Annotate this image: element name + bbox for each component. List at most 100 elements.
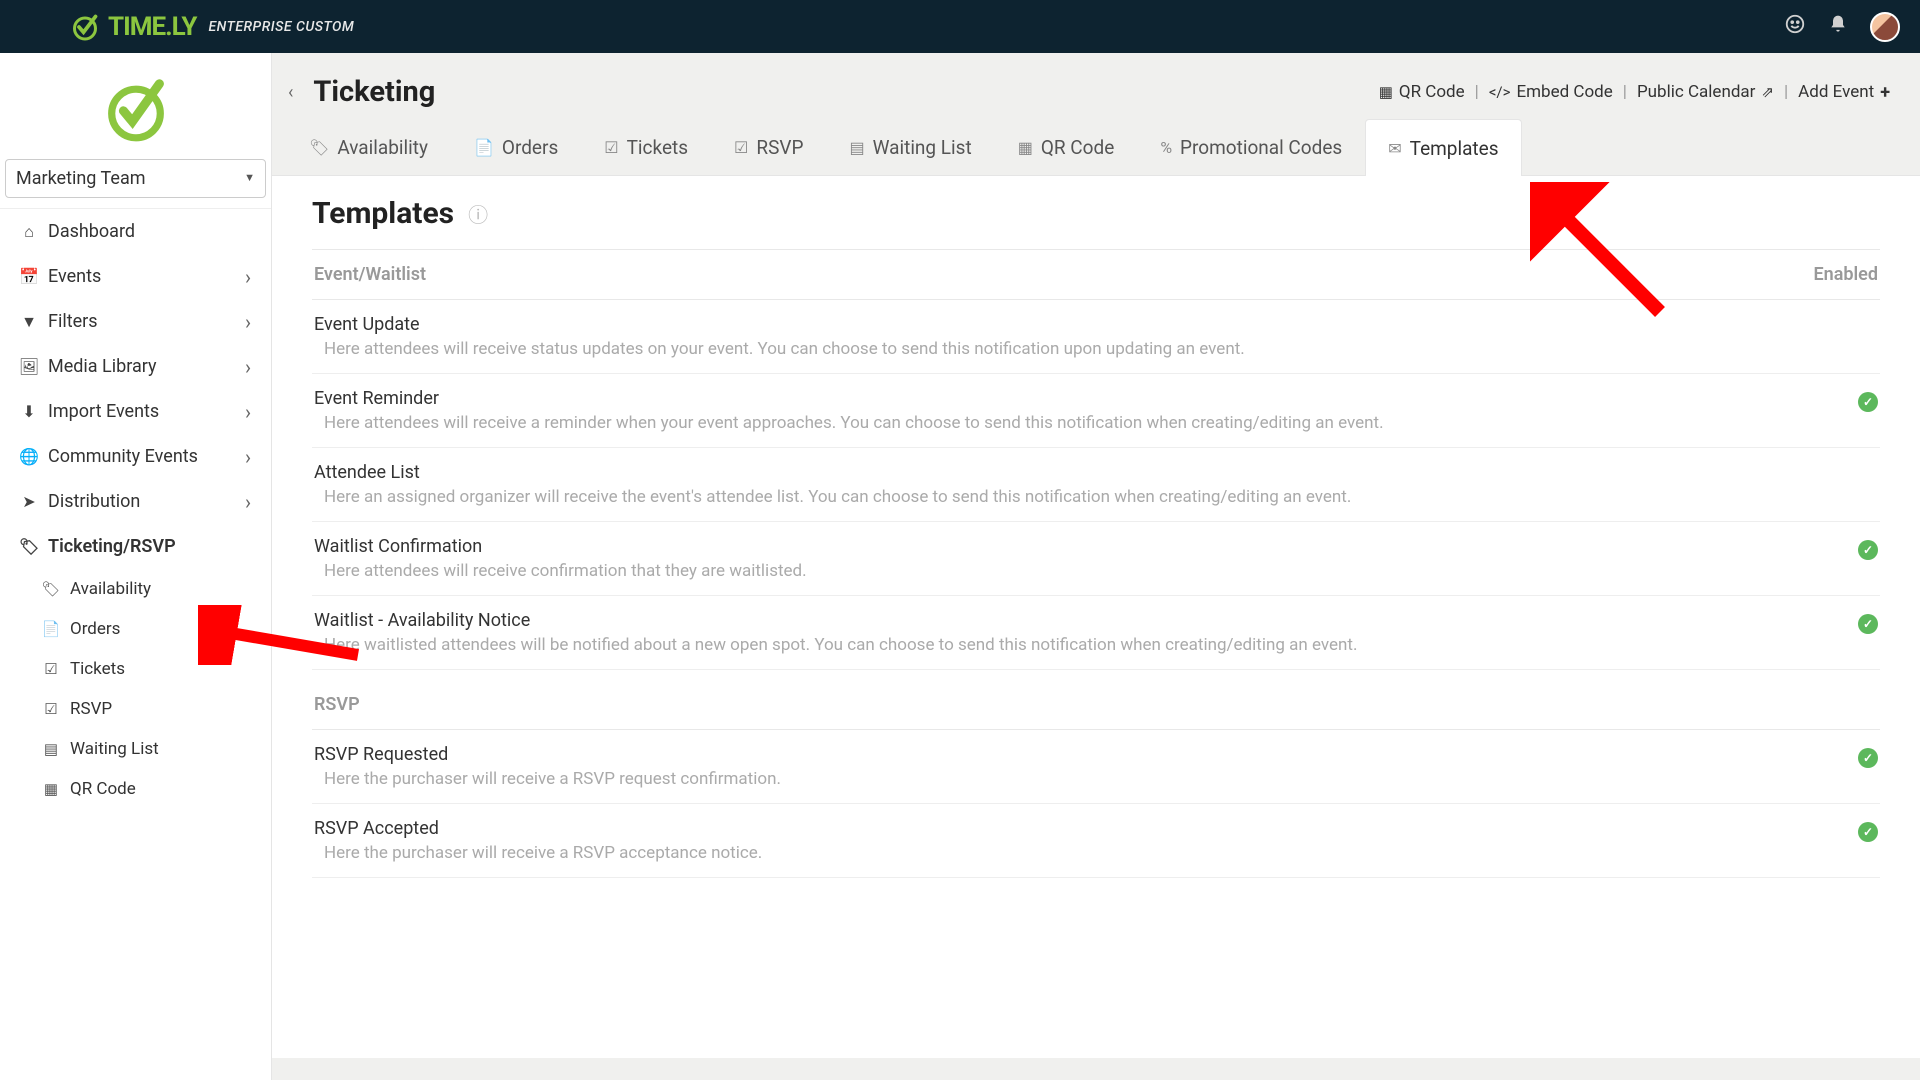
- tab-label: Availability: [337, 136, 428, 159]
- check-icon: ☑: [40, 700, 62, 718]
- globe-icon: 🌐: [18, 447, 40, 466]
- tab-templates[interactable]: ✉Templates: [1365, 119, 1521, 176]
- brand-name: TIME.LY: [108, 12, 196, 42]
- link-label: Embed Code: [1516, 82, 1612, 102]
- sidebar-label: Ticketing/RSVP: [48, 536, 176, 557]
- template-info: Event Update Here attendees will receive …: [314, 314, 1878, 359]
- sidebar-label: Distribution: [48, 491, 140, 512]
- separator: |: [1475, 82, 1479, 102]
- page-header-left: ‹ Ticketing: [282, 75, 435, 109]
- tab-waiting[interactable]: ▤Waiting List: [826, 119, 994, 175]
- template-row[interactable]: Waitlist ConfirmationHere attendees will…: [312, 522, 1880, 596]
- tab-label: RSVP: [756, 136, 803, 159]
- brand-suffix: ENTERPRISE CUSTOM: [208, 19, 354, 35]
- section-header-event: Event/Waitlist Enabled: [312, 249, 1880, 300]
- panel-title: Templates: [312, 196, 454, 231]
- template-description: Here attendees will receive status updat…: [314, 339, 1878, 359]
- sidebar-item-dashboard[interactable]: ⌂Dashboard: [0, 209, 271, 254]
- link-label: Public Calendar: [1637, 82, 1755, 102]
- tab-tickets[interactable]: ☑ Tickets: [581, 119, 711, 175]
- template-row[interactable]: RSVP AcceptedHere the purchaser will rec…: [312, 804, 1880, 878]
- tab-label: Orders: [502, 136, 558, 159]
- external-icon: ⇗: [1761, 83, 1774, 101]
- template-name: RSVP Requested: [314, 744, 1858, 765]
- send-icon: ➤: [18, 492, 40, 511]
- file-icon: 📄: [40, 620, 62, 638]
- team-select-wrap: Marketing Team: [0, 159, 271, 208]
- sidebar-item-community[interactable]: 🌐Community Events: [0, 434, 271, 479]
- tab-rsvp[interactable]: ☑RSVP: [711, 119, 826, 175]
- subnav-availability[interactable]: 🏷Availability: [0, 569, 271, 609]
- brand-checkmark-icon: [70, 12, 100, 42]
- calendar-icon: 📅: [18, 267, 40, 286]
- sidebar-item-events[interactable]: 📅Events: [0, 254, 271, 299]
- header-link-qr[interactable]: ▦ QR Code: [1379, 82, 1465, 102]
- subnav-tickets[interactable]: ☑ Tickets: [0, 649, 271, 689]
- subnav-qr[interactable]: ▦QR Code: [0, 769, 271, 809]
- sidebar-item-distribution[interactable]: ➤ Distribution: [0, 479, 271, 524]
- template-description: Here the purchaser will receive a RSVP r…: [314, 769, 1858, 789]
- template-name: Event Update: [314, 314, 1878, 335]
- user-avatar[interactable]: [1870, 12, 1900, 42]
- enabled-check-icon: ✓: [1858, 540, 1878, 560]
- tab-availability[interactable]: 🏷Availability: [286, 119, 451, 175]
- template-info: Event ReminderHere attendees will receiv…: [314, 388, 1858, 433]
- template-row[interactable]: Attendee List Here an assigned organizer …: [312, 448, 1880, 522]
- sidebar-item-media[interactable]: 🖼 Media Library: [0, 344, 271, 389]
- info-icon[interactable]: ⓘ: [468, 199, 488, 228]
- header-link-add[interactable]: Add Event+: [1798, 82, 1890, 103]
- sidebar-nav: ⌂Dashboard 📅Events ▼Filters 🖼 Media Libra…: [0, 208, 271, 569]
- qr-icon: ▦: [1379, 83, 1393, 101]
- sidebar-label: Filters: [48, 311, 98, 332]
- link-label: QR Code: [1399, 82, 1465, 102]
- tab-label: QR Code: [1041, 136, 1115, 159]
- check-icon: ☑: [604, 138, 618, 157]
- mail-icon: ✉: [1388, 139, 1401, 158]
- tab-orders[interactable]: 📄Orders: [451, 119, 581, 175]
- subnav-label: Tickets: [70, 659, 125, 679]
- template-description: Here an assigned organizer will receive …: [314, 487, 1878, 507]
- header-link-public[interactable]: Public Calendar ⇗: [1637, 82, 1774, 102]
- template-info: Waitlist ConfirmationHere attendees will…: [314, 536, 1858, 581]
- download-icon: ⬇: [18, 402, 40, 421]
- tab-label: Tickets: [627, 136, 688, 159]
- team-select[interactable]: Marketing Team: [5, 159, 266, 198]
- template-row[interactable]: Event Update Here attendees will receive …: [312, 300, 1880, 374]
- back-button[interactable]: ‹: [282, 82, 299, 103]
- template-description: Here attendees will receive a reminder w…: [314, 413, 1858, 433]
- template-info: Waitlist - Availability NoticeHere waitl…: [314, 610, 1858, 655]
- check-icon: ☑: [40, 660, 62, 678]
- subnav-orders[interactable]: 📄Orders: [0, 609, 271, 649]
- image-icon: 🖼: [18, 357, 40, 376]
- page-title: Ticketing: [313, 75, 435, 109]
- support-icon[interactable]: [1784, 13, 1806, 40]
- tabs: 🏷Availability 📄Orders ☑ Tickets ☑RSVP ▤Wa…: [272, 119, 1920, 176]
- sidebar-item-filters[interactable]: ▼Filters: [0, 299, 271, 344]
- subnav-waiting[interactable]: ▤Waiting List: [0, 729, 271, 769]
- template-name: Attendee List: [314, 462, 1878, 483]
- subnav-label: RSVP: [70, 699, 112, 719]
- topbar-right: [1784, 12, 1900, 42]
- tab-qr[interactable]: ▦ QR Code: [995, 119, 1138, 175]
- subnav-rsvp[interactable]: ☑ RSVP: [0, 689, 271, 729]
- sidebar-label: Media Library: [48, 356, 157, 377]
- sidebar-label: Import Events: [48, 401, 159, 422]
- template-description: Here waitlisted attendees will be notifi…: [314, 635, 1858, 655]
- separator: |: [1784, 82, 1788, 102]
- brand-logo-area: TIME.LY ENTERPRISE CUSTOM: [70, 12, 354, 42]
- section-title: Event/Waitlist: [314, 264, 426, 285]
- sidebar-item-import[interactable]: ⬇ Import Events: [0, 389, 271, 434]
- enabled-check-icon: ✓: [1858, 614, 1878, 634]
- sidebar-item-ticketing[interactable]: 🏷Ticketing/RSVP: [0, 524, 271, 569]
- bell-icon[interactable]: [1828, 13, 1848, 40]
- template-row[interactable]: RSVP Requested Here the purchaser will re…: [312, 730, 1880, 804]
- tab-promo[interactable]: %Promotional Codes: [1137, 119, 1365, 175]
- template-row[interactable]: Waitlist - Availability NoticeHere waitl…: [312, 596, 1880, 670]
- ticket-icon: 🏷: [40, 580, 62, 598]
- page-header: ‹ Ticketing ▦ QR Code | </>Embed Code | P…: [272, 53, 1920, 119]
- template-row[interactable]: Event ReminderHere attendees will receiv…: [312, 374, 1880, 448]
- qr-icon: ▦: [1018, 138, 1033, 157]
- section-header-rsvp: RSVP: [312, 670, 1880, 730]
- header-link-embed[interactable]: </>Embed Code: [1489, 82, 1613, 102]
- template-info: Attendee List Here an assigned organizer …: [314, 462, 1878, 507]
